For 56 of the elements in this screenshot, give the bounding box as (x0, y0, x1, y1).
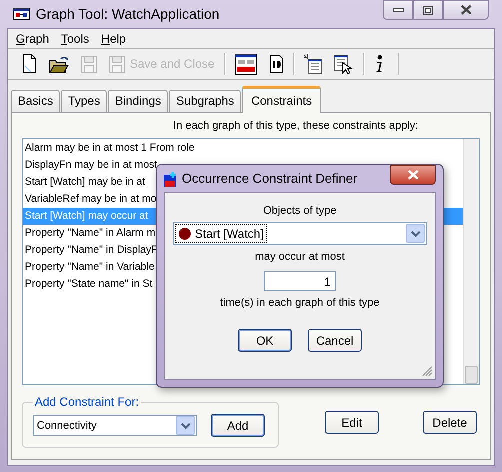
menu-item[interactable]: Help (95, 32, 132, 46)
dialog-title: Occurrence Constraint Definer (182, 171, 359, 186)
tab[interactable]: Constraints (242, 86, 322, 113)
constraints-heading: In each graph of this type, these constraints apply: (172, 120, 419, 132)
constraint-item[interactable]: VariableRef may be in at mo (23, 191, 157, 208)
ok-button[interactable]: OK (238, 329, 292, 352)
constraint-type-dropdown[interactable]: Connectivity (33, 415, 197, 436)
close-icon (460, 5, 472, 15)
delete-button[interactable]: Delete (423, 411, 477, 434)
maximize-button[interactable] (413, 0, 443, 20)
list-icon (304, 54, 322, 74)
group-label: Add Constraint For: (34, 395, 140, 409)
cancel-button[interactable]: Cancel (308, 329, 362, 352)
tab[interactable]: Types (61, 90, 108, 112)
app-icon (13, 8, 30, 20)
constraint-item[interactable]: Alarm may be in at most 1 From role (23, 140, 195, 157)
scrollbar[interactable] (463, 139, 479, 384)
info-icon (374, 55, 384, 73)
resize-grip-icon (421, 365, 433, 377)
constraint-item[interactable]: Start [Watch] may be in at (23, 174, 146, 191)
minimize-icon (392, 8, 404, 12)
edit-button[interactable]: Edit (325, 411, 379, 434)
dropdown-value: Start [Watch] (195, 226, 264, 240)
save-icon (81, 56, 97, 72)
menu-item[interactable]: Graph (10, 32, 56, 46)
window-title: Graph Tool: WatchApplication (36, 6, 221, 22)
open-folder-icon (49, 54, 69, 74)
tab[interactable]: Basics (11, 90, 60, 112)
object-type-dropdown[interactable]: Start [Watch] (173, 222, 427, 245)
minimize-button[interactable] (383, 0, 413, 20)
objects-label: Objects of type (263, 205, 337, 217)
menu-item[interactable]: Tools (55, 32, 96, 46)
new-file-icon (22, 54, 37, 74)
times-label: time(s) in each graph of this type (220, 297, 380, 309)
constraint-item[interactable]: DisplayFn may be in at most (23, 157, 158, 174)
close-button[interactable] (390, 165, 436, 185)
constraint-item[interactable]: Property "Name" in Variable (23, 259, 155, 276)
constraint-item[interactable]: Property "State name" in St (23, 276, 153, 293)
app-icon (164, 170, 177, 186)
window-icon (234, 54, 257, 74)
add-button[interactable]: Add (211, 414, 265, 437)
count-field[interactable]: 1 (264, 271, 336, 291)
pointer-icon (334, 54, 354, 74)
document-icon (268, 54, 284, 74)
constraint-item[interactable]: Property "Name" in DisplayF (23, 242, 158, 259)
close-button[interactable] (443, 0, 489, 20)
close-icon (408, 170, 418, 180)
save-icon (109, 56, 125, 72)
dropdown-value: Connectivity (37, 420, 97, 432)
tab[interactable]: Bindings (108, 90, 168, 112)
occur-label: may occur at most (255, 251, 345, 263)
chevron-icon (410, 230, 420, 236)
maximize-icon (423, 6, 433, 14)
chevron-icon (180, 422, 190, 428)
tab[interactable]: Subgraphs (169, 90, 242, 112)
constraint-item[interactable]: Property "Name" in Alarm m (23, 225, 156, 242)
